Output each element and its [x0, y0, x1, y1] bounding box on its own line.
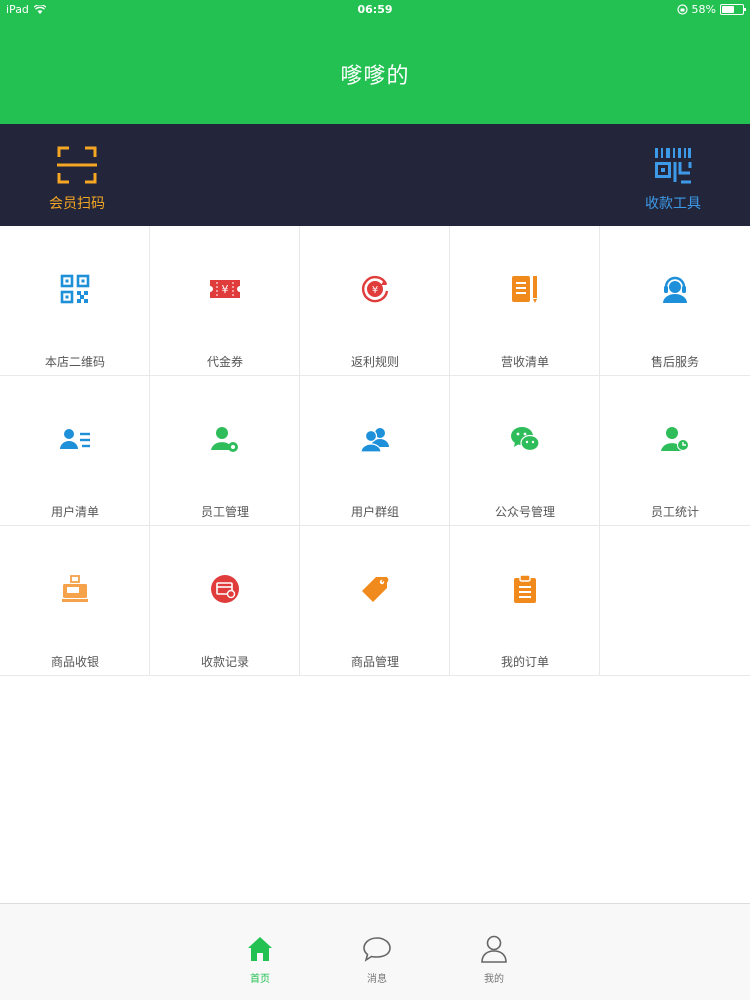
grid-item-staff-management[interactable]: 员工管理	[150, 376, 300, 526]
staff-management-icon	[211, 427, 238, 452]
header: iPad 06:59 58% 嗲嗲的	[0, 0, 750, 124]
qr-code-icon	[60, 274, 90, 304]
grid-item-voucher[interactable]: ¥ 代金券	[150, 226, 300, 376]
grid-item-label: 营收清单	[500, 355, 549, 369]
status-bar: iPad 06:59 58%	[0, 0, 750, 20]
orientation-lock-icon	[676, 4, 688, 15]
grid-item-staff-stats[interactable]: 员工统计	[600, 376, 750, 526]
grid-item-label: 本店二维码	[44, 355, 105, 369]
action-bar: 会员扫码 收款工具	[0, 124, 750, 226]
payment-tools-label: 收款工具	[645, 196, 701, 212]
tab-home-label: 首页	[250, 974, 270, 985]
scan-frame-icon	[57, 146, 97, 184]
grid-empty-cell	[600, 526, 750, 676]
grid-item-label: 商品收银	[50, 655, 99, 669]
tab-messages[interactable]: 消息	[342, 904, 412, 1000]
customer-service-icon	[663, 276, 687, 303]
price-tag-icon	[362, 577, 389, 602]
grid-item-label: 售后服务	[650, 355, 699, 369]
user-group-icon	[360, 428, 389, 453]
grid-item-label: 返利规则	[350, 355, 399, 369]
app-screen: iPad 06:59 58% 嗲嗲的 会员扫码 收款工具 本店二维码 ¥ 代金券…	[0, 0, 750, 1000]
tab-messages-label: 消息	[367, 974, 387, 985]
grid-item-user-group[interactable]: 用户群组	[300, 376, 450, 526]
revenue-list-icon	[512, 276, 537, 303]
grid-item-label: 员工统计	[650, 505, 699, 519]
voucher-icon: ¥	[210, 280, 240, 298]
grid-item-label: 代金券	[206, 355, 243, 369]
rebate-icon: ¥	[362, 275, 389, 303]
barcode-icon	[655, 148, 692, 184]
person-icon	[481, 935, 507, 963]
clipboard-icon	[514, 574, 536, 603]
grid-item-after-sales[interactable]: 售后服务	[600, 226, 750, 376]
member-scan-button[interactable]: 会员扫码	[22, 124, 132, 226]
payment-record-icon	[211, 575, 239, 603]
svg-text:¥: ¥	[222, 283, 229, 296]
payment-tools-button[interactable]: 收款工具	[618, 124, 728, 226]
user-list-icon	[60, 429, 90, 449]
grid-item-store-qr-code[interactable]: 本店二维码	[0, 226, 150, 376]
grid-item-label: 员工管理	[200, 505, 249, 519]
status-time: 06:59	[357, 3, 393, 16]
grid-item-rebate-rules[interactable]: ¥ 返利规则	[300, 226, 450, 376]
grid-item-label: 商品管理	[350, 655, 399, 669]
grid-item-my-orders[interactable]: 我的订单	[450, 526, 600, 676]
tab-home[interactable]: 首页	[225, 904, 295, 1000]
svg-text:¥: ¥	[372, 285, 378, 296]
chat-bubble-icon	[363, 937, 391, 962]
battery-icon	[720, 4, 746, 15]
function-grid: 本店二维码 ¥ 代金券 ¥ 返利规则 营收清单 售后服务 用户清单 员工管理 用…	[0, 226, 750, 676]
grid-item-label: 用户清单	[50, 505, 99, 519]
grid-item-label: 我的订单	[500, 655, 549, 669]
grid-item-label: 公众号管理	[494, 505, 555, 519]
home-icon	[248, 937, 272, 961]
member-scan-label: 会员扫码	[49, 196, 105, 212]
grid-item-product-checkout[interactable]: 商品收银	[0, 526, 150, 676]
tab-me[interactable]: 我的	[459, 904, 529, 1000]
grid-item-revenue-list[interactable]: 营收清单	[450, 226, 600, 376]
battery-percent: 58%	[691, 3, 716, 16]
battery-level	[722, 6, 734, 13]
staff-stats-icon	[661, 427, 689, 451]
grid-item-user-list[interactable]: 用户清单	[0, 376, 150, 526]
grid-item-payment-records[interactable]: 收款记录	[150, 526, 300, 676]
tab-me-label: 我的	[484, 974, 504, 985]
grid-item-official-account[interactable]: 公众号管理	[450, 376, 600, 526]
wechat-icon	[511, 427, 540, 452]
grid-item-label: 用户群组	[350, 505, 399, 519]
grid-item-label: 收款记录	[200, 655, 249, 669]
grid-item-product-management[interactable]: 商品管理	[300, 526, 450, 676]
page-title: 嗲嗲的	[340, 64, 410, 89]
cash-register-icon	[62, 575, 88, 602]
tab-bar: 首页 消息 我的	[0, 903, 750, 1000]
